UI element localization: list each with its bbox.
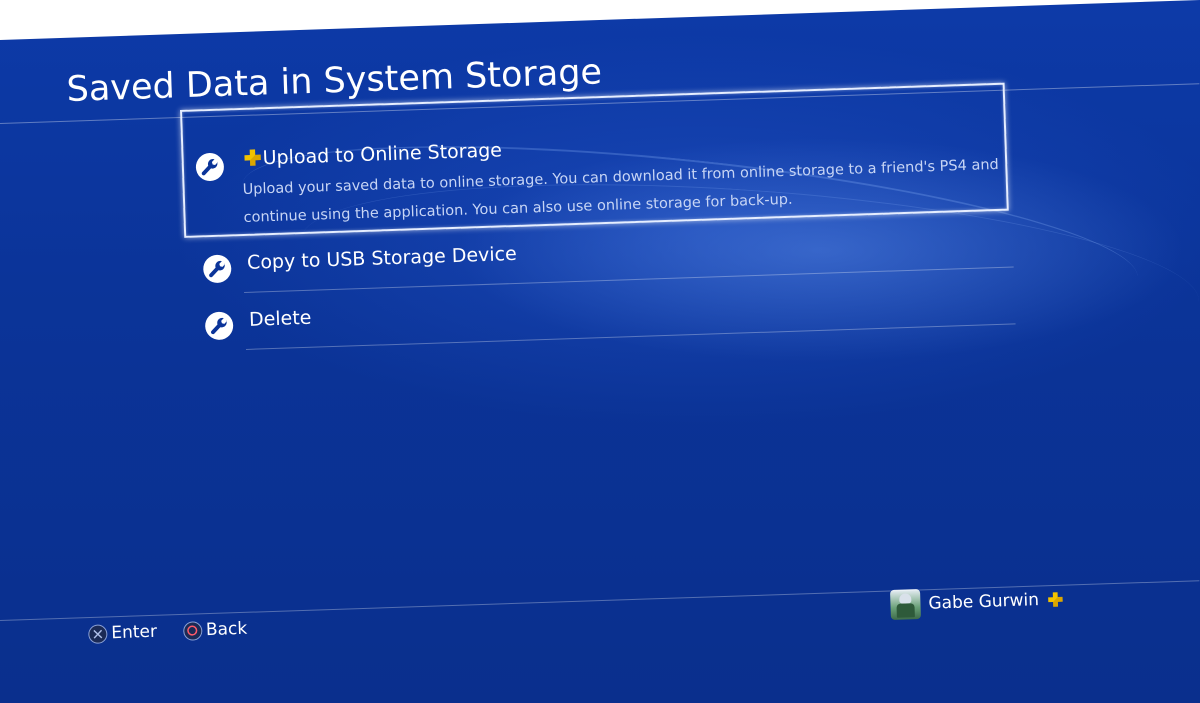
ps-plus-icon [244, 149, 261, 166]
cross-button-icon [88, 623, 108, 644]
ps4-screen: Saved Data in System Storage Upload to O… [0, 0, 1200, 703]
username: Gabe Gurwin [928, 590, 1040, 614]
avatar [890, 589, 921, 620]
ps-plus-icon [1047, 592, 1063, 607]
wrench-icon [202, 254, 232, 284]
wrench-icon [204, 311, 234, 341]
enter-hint[interactable]: Enter [88, 622, 157, 644]
button-hints: Enter Back [88, 619, 247, 644]
menu-item-label: Upload to Online Storage [262, 139, 503, 170]
circle-button-icon [182, 620, 203, 641]
screen-frame: Saved Data in System Storage Upload to O… [0, 0, 1200, 703]
options-menu: Upload to Online Storage Upload your sav… [180, 82, 1018, 351]
wrench-icon [195, 152, 225, 182]
back-hint[interactable]: Back [182, 618, 248, 641]
menu-item-label: Copy to USB Storage Device [246, 242, 518, 274]
enter-label: Enter [110, 621, 158, 644]
back-label: Back [205, 618, 248, 641]
menu-item-label: Delete [248, 306, 312, 331]
